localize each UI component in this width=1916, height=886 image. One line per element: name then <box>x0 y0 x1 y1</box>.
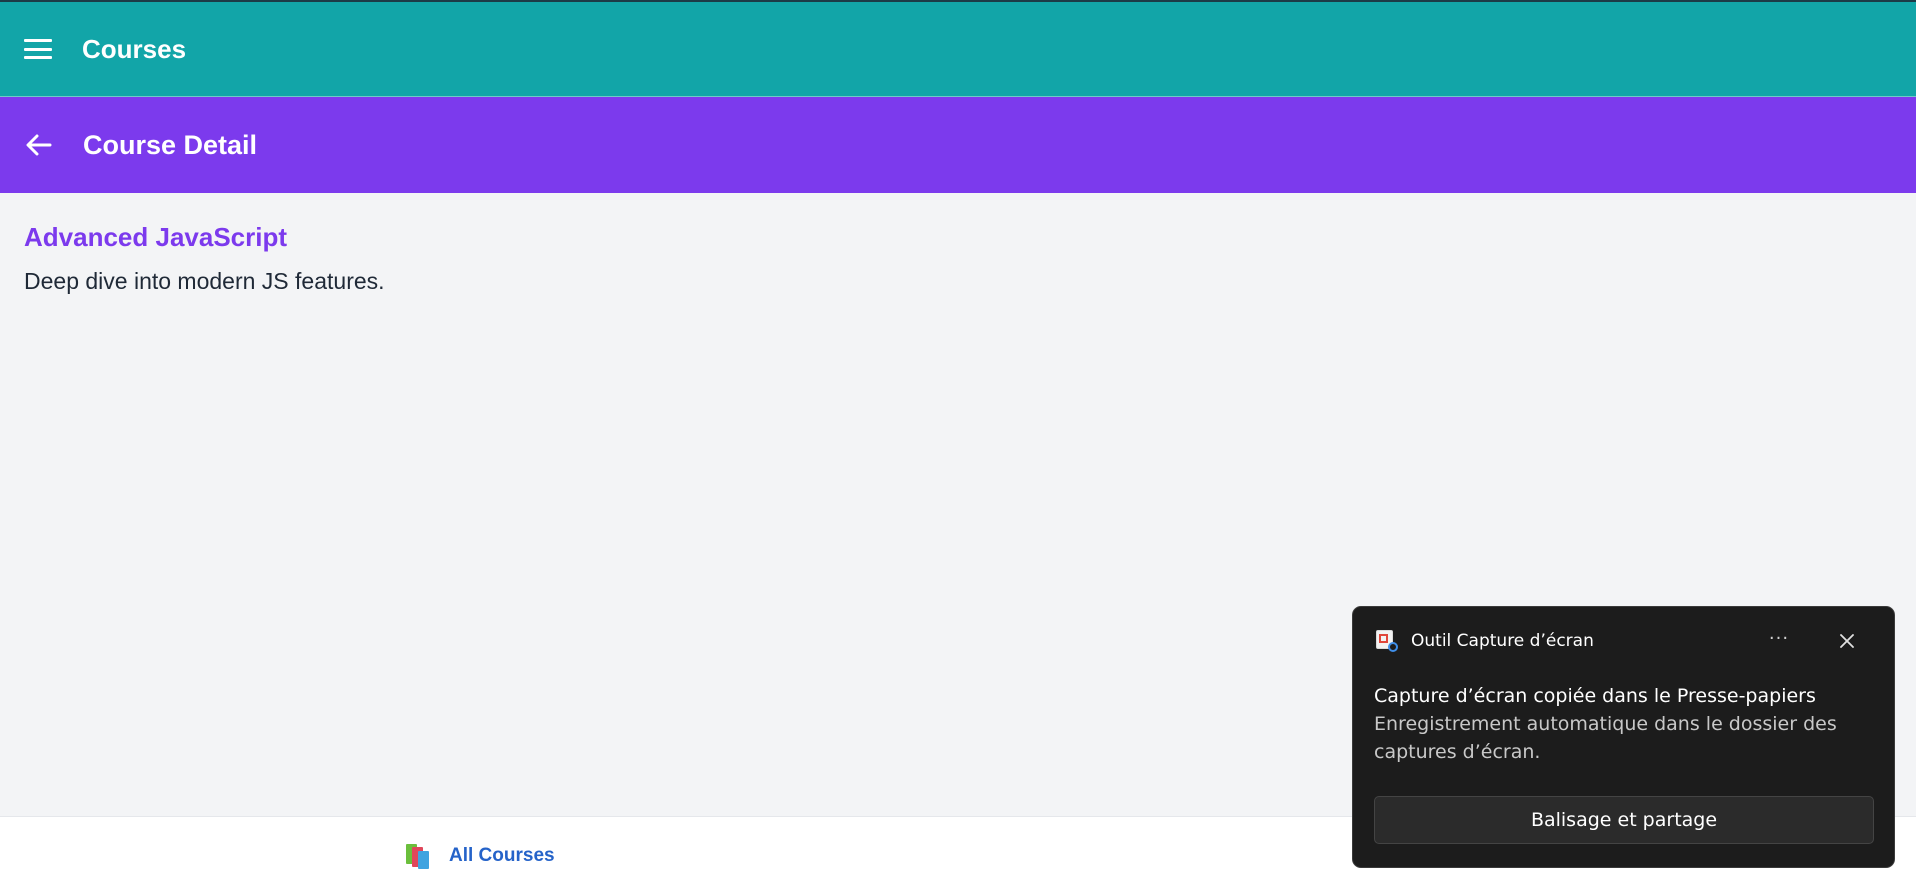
course-description: Deep dive into modern JS features. <box>24 268 385 294</box>
books-icon <box>404 842 432 870</box>
markup-and-share-button[interactable]: Balisage et partage <box>1374 796 1874 844</box>
screenshot-notification-toast: Outil Capture d’écran ··· Capture d’écra… <box>1352 606 1895 868</box>
app-root: Courses Course Detail Advanced JavaScrip… <box>0 0 1916 886</box>
nav-item-all-courses[interactable]: All Courses <box>404 841 555 871</box>
toast-message: Capture d’écran copiée dans le Presse-pa… <box>1374 685 1816 707</box>
course-name: Advanced JavaScript <box>24 222 288 252</box>
app-title: Courses <box>82 33 187 64</box>
menu-line <box>24 39 52 42</box>
toast-header: Outil Capture d’écran ··· <box>1374 627 1878 655</box>
hamburger-menu-icon[interactable] <box>24 39 52 59</box>
toast-detail: Enregistrement automatique dans le dossi… <box>1374 713 1837 763</box>
page-title: Course Detail <box>83 129 258 160</box>
snipping-tool-icon <box>1374 629 1398 653</box>
top-app-bar: Courses <box>0 0 1916 97</box>
snip-selection <box>1379 634 1388 643</box>
toast-app-name: Outil Capture d’écran <box>1411 631 1594 651</box>
more-options-icon[interactable]: ··· <box>1764 627 1794 655</box>
back-arrow-glyph <box>26 134 52 156</box>
toast-body: Capture d’écran copiée dans le Presse-pa… <box>1374 683 1874 766</box>
course-detail-header: Course Detail <box>0 97 1916 193</box>
book-blue <box>418 851 429 869</box>
snip-scissor <box>1388 642 1398 652</box>
nav-item-label: All Courses <box>449 845 555 866</box>
menu-line <box>24 47 52 51</box>
close-icon[interactable] <box>1835 629 1859 653</box>
close-glyph <box>1840 634 1854 648</box>
menu-line <box>24 56 52 59</box>
arrow-left-icon[interactable] <box>24 130 54 160</box>
course-detail-content: Advanced JavaScript Deep dive into moder… <box>24 220 1884 296</box>
